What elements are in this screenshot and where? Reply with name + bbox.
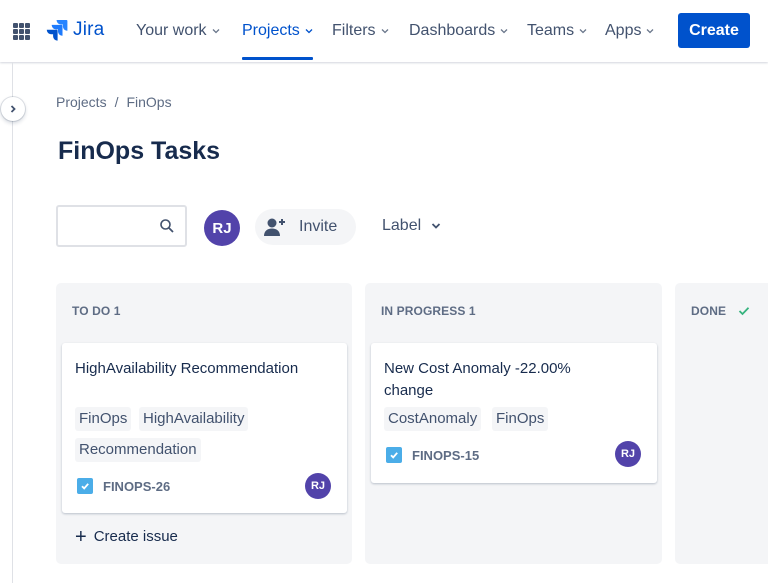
nav-projects[interactable]: Projects	[242, 0, 313, 62]
issue-label: FinOps	[492, 407, 549, 431]
top-navigation: Jira Your work Projects Filters Dashboar…	[0, 0, 768, 62]
card-title: HighAvailability Recommendation	[75, 360, 299, 377]
column-title: IN PROGRESS 1	[381, 304, 476, 318]
nav-label: Dashboards	[409, 22, 496, 39]
nav-filters[interactable]: Filters	[332, 0, 389, 62]
logo-text: Jira	[73, 19, 105, 40]
create-issue-button[interactable]: + Create issue	[75, 525, 178, 548]
board-column-done: DONE	[675, 283, 768, 564]
issue-key: FINOPS-26	[77, 478, 170, 494]
column-header: DONE	[691, 304, 750, 318]
task-checkbox-icon	[77, 478, 93, 494]
sidebar-expand-button[interactable]	[1, 97, 25, 121]
issue-label: Recommendation	[75, 438, 201, 462]
issue-key-text: FINOPS-15	[412, 447, 480, 463]
nav-apps[interactable]: Apps	[605, 0, 654, 62]
board-column-todo: TO DO 1 HighAvailability Recommendation …	[56, 283, 352, 564]
create-issue-label: Create issue	[93, 528, 178, 545]
nav-teams[interactable]: Teams	[527, 0, 587, 62]
create-button[interactable]: Create	[678, 13, 750, 48]
nav-label: Filters	[332, 22, 376, 39]
app-switcher-icon[interactable]	[13, 23, 30, 40]
chevron-down-icon	[432, 223, 441, 229]
jira-logo-icon	[46, 20, 68, 41]
search-icon	[160, 219, 174, 233]
invite-label: Invite	[299, 218, 338, 235]
chevron-down-icon	[212, 29, 220, 34]
nav-dashboards[interactable]: Dashboards	[409, 0, 508, 62]
chevron-down-icon	[500, 29, 508, 34]
column-title: DONE	[691, 304, 727, 318]
column-header: TO DO 1	[72, 304, 121, 318]
breadcrumb-separator: /	[114, 94, 119, 110]
issue-key: FINOPS-15	[386, 447, 479, 463]
chevron-down-icon	[305, 29, 313, 34]
breadcrumb-projects[interactable]: Projects	[56, 94, 107, 110]
page-title: FinOps Tasks	[58, 137, 221, 165]
add-person-icon	[264, 218, 285, 236]
column-title: TO DO 1	[72, 304, 121, 318]
board-column-in-progress: IN PROGRESS 1 New Cost Anomaly -22.00% c…	[365, 283, 662, 564]
checkmark-icon	[738, 307, 750, 316]
nav-your-work[interactable]: Your work	[136, 0, 220, 62]
assignee-avatar[interactable]: RJ	[305, 473, 331, 499]
issue-card[interactable]: HighAvailability Recommendation FinOps H…	[62, 343, 347, 513]
search-input[interactable]	[58, 207, 153, 245]
avatar[interactable]: RJ	[204, 210, 240, 246]
card-title: New Cost Anomaly -22.00% change	[384, 360, 571, 399]
plus-icon: +	[75, 525, 87, 548]
issue-key-text: FINOPS-26	[103, 478, 171, 494]
chevron-right-icon	[10, 105, 16, 113]
sidebar-divider	[12, 62, 13, 583]
task-checkbox-icon	[386, 447, 402, 463]
label-filter-dropdown[interactable]: Label	[382, 217, 441, 235]
invite-button[interactable]: Invite	[255, 209, 356, 245]
nav-label: Teams	[527, 22, 575, 39]
breadcrumb: Projects / FinOps	[56, 94, 172, 110]
breadcrumb-finops[interactable]: FinOps	[126, 94, 171, 110]
nav-label: Your work	[136, 22, 207, 39]
chevron-down-icon	[579, 29, 587, 34]
jira-logo[interactable]: Jira	[46, 19, 104, 41]
issue-card[interactable]: New Cost Anomaly -22.00% change CostAnom…	[371, 343, 657, 483]
nav-label: Projects	[242, 22, 300, 39]
search-field[interactable]	[56, 205, 187, 247]
chevron-down-icon	[647, 29, 654, 34]
nav-label: Apps	[605, 22, 642, 39]
issue-label: FinOps	[75, 407, 132, 431]
label-filter-text: Label	[382, 217, 422, 234]
issue-label: CostAnomaly	[384, 407, 482, 431]
column-header: IN PROGRESS 1	[381, 304, 476, 318]
assignee-avatar[interactable]: RJ	[615, 441, 641, 467]
chevron-down-icon	[381, 29, 389, 34]
issue-label: HighAvailability	[139, 407, 249, 431]
